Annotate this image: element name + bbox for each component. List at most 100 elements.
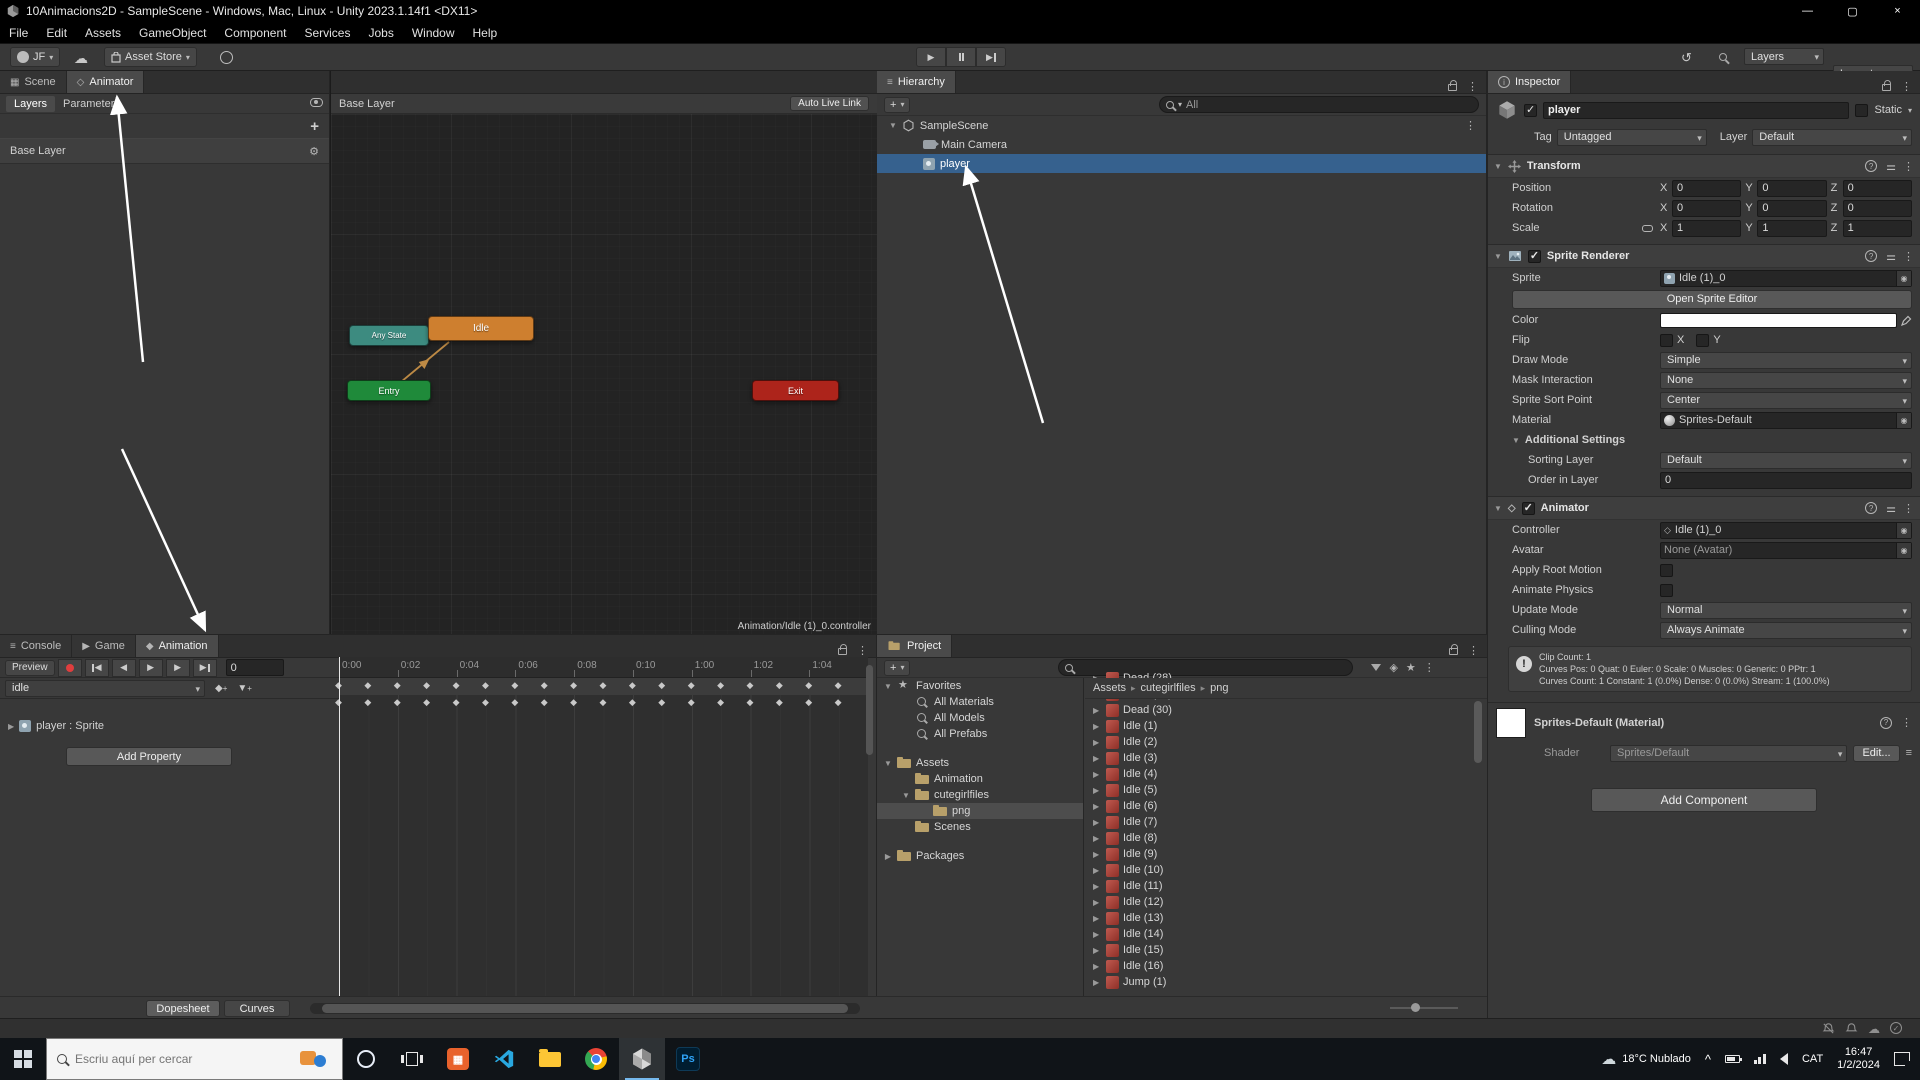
axis-x-field[interactable]: 1 [1672,220,1741,237]
bell-icon[interactable] [1845,1022,1858,1035]
visibility-eye-icon[interactable] [310,98,323,110]
node-any-state[interactable]: Any State [349,325,429,346]
mask-interaction-dropdown[interactable]: None [1660,372,1912,389]
frame-field[interactable] [226,659,284,676]
asset-row[interactable]: ▶ Idle (5) [1085,782,1487,798]
action-center-icon[interactable] [1894,1052,1910,1066]
axis-y-field[interactable]: 0 [1757,200,1826,217]
step-button[interactable]: ▶ [976,47,1006,67]
hierarchy-item[interactable]: player [877,154,1486,173]
task-view-button[interactable] [389,1038,435,1080]
next-frame-button[interactable]: ▶ [166,659,190,677]
scrollbar-thumb[interactable] [322,1004,848,1013]
tab-project[interactable]: Project [877,635,952,657]
menu-item[interactable]: Window [403,22,464,44]
lock-icon[interactable] [838,648,847,655]
asset-foldout-arrow[interactable]: ▶ [1093,930,1102,939]
volume-icon[interactable] [1780,1053,1788,1065]
axis-x-field[interactable]: 0 [1672,200,1741,217]
first-frame-button[interactable]: ◀ [85,659,109,677]
node-idle[interactable]: Idle [428,316,534,341]
menu-item[interactable]: Component [215,22,295,44]
help-icon[interactable]: ? [1880,717,1892,729]
asset-foldout-arrow[interactable]: ▶ [1093,738,1102,747]
asset-row[interactable]: ▶ Idle (14) [1085,926,1487,942]
sort-point-dropdown[interactable]: Center [1660,392,1912,409]
gear-icon[interactable]: ⚙ [309,145,319,158]
file-explorer-button[interactable] [527,1038,573,1080]
asset-row[interactable]: ▶ Idle (1) [1085,718,1487,734]
help-icon[interactable]: ? [1865,502,1877,514]
cortana-button[interactable] [343,1038,389,1080]
asset-row[interactable]: ▶ Jump (1) [1085,974,1487,990]
gameobject-name-field[interactable] [1543,102,1849,119]
search-input[interactable] [75,1052,265,1066]
asset-foldout-arrow[interactable]: ▶ [1093,802,1102,811]
asset-foldout-arrow[interactable]: ▶ [1093,914,1102,923]
tree-foldout-arrow[interactable]: ▶ [883,852,893,861]
taskbar-search-box[interactable] [46,1038,343,1080]
hierarchy-search-field[interactable]: ▾ All [1159,96,1479,113]
asset-foldout-arrow[interactable]: ▶ [1093,850,1102,859]
dopesheet-button[interactable]: Dopesheet [146,1000,220,1017]
panel-menu-icon[interactable]: ⋮ [1468,644,1479,657]
panel-menu-icon[interactable]: ⋮ [857,644,868,657]
asset-row[interactable]: ▶ Idle (12) [1085,894,1487,910]
controller-object-field[interactable]: ◇Idle (1)_0◉ [1660,522,1912,539]
animator-component-header[interactable]: ▼ ◇ Animator ?⚌⋮ [1488,496,1920,520]
tab-animator[interactable]: ◇Animator [67,71,145,93]
tab-inspector[interactable]: iInspector [1488,71,1571,93]
shader-dropdown[interactable]: Sprites/Default [1610,745,1847,762]
active-checkbox[interactable] [1524,104,1537,117]
asset-row[interactable]: ▶ Dead (30) [1085,702,1487,718]
flip-x-checkbox[interactable] [1660,334,1673,347]
foldout-arrow[interactable]: ▼ [889,121,897,130]
asset-row[interactable]: ▶ Idle (4) [1085,766,1487,782]
component-enabled-checkbox[interactable] [1528,250,1541,263]
sprite-renderer-header[interactable]: ▼ Sprite Renderer ?⚌⋮ [1488,244,1920,268]
panel-menu-icon[interactable]: ⋮ [1901,80,1912,93]
timeline-area[interactable] [339,678,868,1030]
vertical-scrollbar-thumb[interactable] [866,665,873,755]
animated-property-row[interactable]: ▶ player : Sprite [0,715,339,737]
lock-icon[interactable] [1882,84,1891,91]
pause-button[interactable] [946,47,976,67]
tab-scene[interactable]: ▦Scene [0,71,67,93]
asset-foldout-arrow[interactable]: ▶ [1093,786,1102,795]
record-button[interactable] [58,659,82,677]
help-icon[interactable]: ? [1865,250,1877,262]
minimize-button[interactable]: — [1785,0,1830,22]
additional-settings-foldout[interactable]: ▼ Additional Settings [1488,430,1920,450]
project-tree-item[interactable]: ▼ cutegirlfiles [877,787,1083,803]
menu-item[interactable]: Assets [76,22,130,44]
hierarchy-item[interactable]: Main Camera [877,135,1486,154]
tab-animation[interactable]: ◆Animation [136,635,219,657]
asset-row[interactable]: ▶ Idle (3) [1085,750,1487,766]
foldout-arrow[interactable]: ▼ [1494,252,1502,261]
menu-item[interactable]: GameObject [130,22,215,44]
project-tree-item[interactable]: Animation [877,771,1083,787]
hidden-icons-chevron[interactable]: ^ [1705,1052,1711,1067]
maximize-button[interactable]: ▢ [1830,0,1875,22]
node-exit[interactable]: Exit [752,380,839,401]
asset-foldout-arrow[interactable]: ▶ [1093,722,1102,731]
asset-foldout-arrow[interactable]: ▶ [1093,866,1102,875]
preset-icon[interactable]: ⚌ [1886,502,1894,515]
material-preview-thumbnail[interactable] [1496,708,1526,738]
axis-z-field[interactable]: 0 [1843,180,1912,197]
component-menu-icon[interactable]: ⋮ [1901,716,1912,729]
parameters-subtab[interactable]: Parameters [55,96,128,112]
add-layer-button[interactable]: + [310,118,319,135]
project-tree-item[interactable]: Scenes [877,819,1083,835]
keyframe-diamond[interactable] [839,696,868,712]
panel-menu-icon[interactable]: ⋮ [1467,80,1478,93]
horizontal-scrollbar[interactable] [310,1003,860,1014]
root-motion-checkbox[interactable] [1660,564,1673,577]
tab-console[interactable]: ≡Console [0,635,72,657]
lock-icon[interactable] [1449,648,1458,655]
account-button[interactable]: JF▾ [10,47,60,67]
file-list-scrollbar-thumb[interactable] [1474,701,1482,763]
auto-live-link-button[interactable]: Auto Live Link [790,96,869,111]
play-button[interactable]: ▶ [916,47,946,67]
asset-row[interactable]: ▶ Idle (2) [1085,734,1487,750]
